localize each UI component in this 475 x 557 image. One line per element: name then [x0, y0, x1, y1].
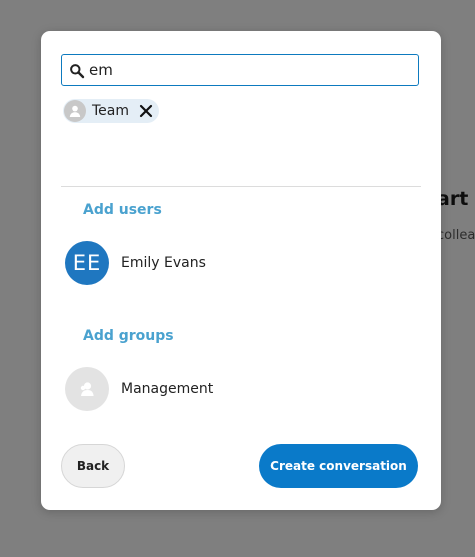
chip-label: Team: [92, 103, 130, 119]
group-icon: [65, 367, 109, 411]
avatar: EE: [65, 241, 109, 285]
add-groups-heading: Add groups: [83, 328, 174, 344]
selected-chip-team: Team: [63, 99, 160, 123]
search-input[interactable]: [89, 59, 409, 81]
user-row-emily-evans[interactable]: EE Emily Evans: [65, 241, 415, 285]
close-icon[interactable]: [139, 104, 153, 118]
new-conversation-dialog: Team Add users EE Emily Evans Add groups…: [41, 31, 441, 510]
search-icon: [69, 63, 85, 79]
back-button[interactable]: Back: [61, 444, 125, 488]
search-field[interactable]: [61, 54, 419, 86]
divider: [61, 186, 421, 187]
group-row-management[interactable]: Management: [65, 367, 415, 411]
user-name: Emily Evans: [121, 255, 206, 271]
add-users-heading: Add users: [83, 202, 162, 218]
create-conversation-button[interactable]: Create conversation: [259, 444, 418, 488]
group-icon: [64, 100, 86, 122]
group-name: Management: [121, 381, 214, 397]
